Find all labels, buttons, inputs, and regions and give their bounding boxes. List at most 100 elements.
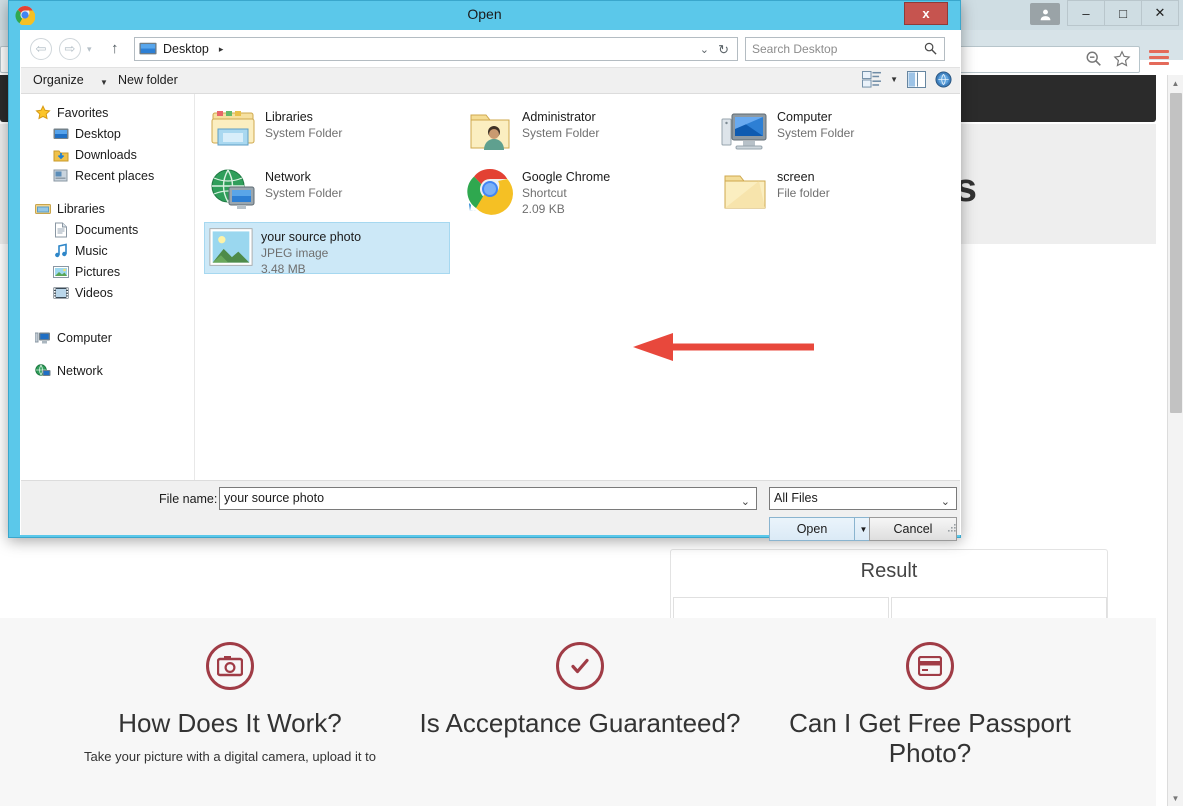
file-type-filter-select[interactable]: All Files ⌄ (769, 487, 957, 510)
file-item-computer[interactable]: Computer System Folder (716, 102, 966, 158)
computer-icon (35, 332, 50, 343)
file-size: 2.09 KB (522, 202, 565, 216)
filename-dropdown-icon[interactable]: ⌄ (741, 492, 750, 513)
computer-icon (721, 113, 767, 150)
maximize-button[interactable]: □ (1104, 0, 1142, 26)
search-input[interactable]: Search Desktop (745, 37, 945, 61)
file-subtitle: System Folder (265, 186, 343, 200)
file-item-administrator[interactable]: Administrator System Folder (461, 102, 711, 158)
star-icon (35, 104, 51, 119)
sidebar-item-label: Network (57, 363, 103, 378)
scroll-up-arrow[interactable]: ▲ (1168, 75, 1183, 91)
chevron-right-icon[interactable]: ▸ (219, 44, 224, 55)
sidebar-item-label: Favorites (57, 105, 109, 120)
network-icon (35, 363, 51, 376)
feature-title: Can I Get Free Passport Photo? (789, 708, 1071, 768)
recent-locations-button[interactable]: ▾ (87, 44, 92, 55)
sidebar-item-videos[interactable]: Videos (21, 282, 194, 303)
new-folder-button[interactable]: New folder (118, 73, 178, 87)
file-item-google-chrome[interactable]: Google Chrome Shortcut 2.09 KB (461, 162, 711, 224)
help-icon[interactable] (935, 71, 952, 88)
page-scrollbar[interactable]: ▲ ▼ (1167, 75, 1183, 806)
dialog-close-button[interactable]: x (904, 2, 948, 25)
address-dropdown-icon[interactable]: ⌄ (700, 43, 709, 56)
open-button[interactable]: Open (769, 517, 855, 541)
address-breadcrumb-bar[interactable]: Desktop ▸ ⌄ ↻ (134, 37, 738, 61)
close-icon: ✕ (1154, 5, 1166, 20)
view-mode-dropdown-icon[interactable]: ▼ (890, 75, 898, 84)
feature-body: Take your picture with a digital camera,… (84, 749, 376, 764)
scrollbar-thumb[interactable] (1170, 93, 1182, 413)
file-name: Computer (777, 110, 832, 124)
file-item-texts: Google Chrome Shortcut 2.09 KB (522, 167, 610, 217)
window-controls: – □ ✕ (1030, 0, 1179, 28)
browser-menu-button[interactable] (1149, 50, 1169, 68)
desktop-icon (139, 42, 157, 55)
refresh-icon[interactable]: ↻ (718, 42, 729, 58)
file-column: Computer System Folder screen File folde… (716, 102, 966, 222)
file-name: your source photo (261, 230, 362, 244)
up-one-level-button[interactable]: ↑ (111, 40, 119, 57)
sidebar-item-label: Documents (75, 222, 139, 237)
file-item-screen[interactable]: screen File folder (716, 162, 966, 218)
sidebar-item-libraries[interactable]: Libraries (21, 198, 194, 219)
view-mode-icon[interactable] (862, 71, 882, 88)
chevron-down-icon[interactable]: ▼ (100, 78, 108, 87)
file-name: screen (777, 170, 815, 184)
close-button[interactable]: ✕ (1141, 0, 1179, 26)
sidebar-item-label: Libraries (57, 201, 105, 216)
resize-grip-icon[interactable] (947, 523, 957, 533)
sidebar-item-recent-places[interactable]: Recent places (21, 165, 194, 186)
file-name: Google Chrome (522, 170, 611, 184)
breadcrumb-desktop[interactable]: Desktop (163, 42, 209, 56)
feature-is-acceptance-guaranteed: Is Acceptance Guaranteed? (415, 642, 745, 748)
filename-input[interactable]: your source photo ⌄ (219, 487, 757, 510)
preview-pane-icon[interactable] (907, 71, 926, 88)
downloads-icon (53, 150, 69, 161)
desktop-icon (53, 128, 69, 139)
sidebar-item-desktop[interactable]: Desktop (21, 123, 194, 144)
hamburger-line (1149, 62, 1169, 65)
id-card-icon (906, 642, 954, 690)
chevron-down-icon[interactable]: ⌄ (941, 492, 950, 513)
file-subtitle: Shortcut (522, 186, 567, 200)
file-type-filter-value: All Files (774, 491, 818, 505)
user-account-button[interactable] (1030, 3, 1060, 25)
star-icon[interactable] (1113, 50, 1131, 68)
feature-title: Is Acceptance Guaranteed? (419, 708, 741, 738)
dialog-body: ⇦ ⇨ ▾ ↑ Desktop ▸ ⌄ ↻ Search Desktop Org… (20, 30, 961, 541)
minimize-button[interactable]: – (1067, 0, 1105, 26)
view-options-group: ▼ (862, 71, 952, 88)
minimize-icon: – (1082, 5, 1090, 21)
network-globe-icon (211, 169, 255, 209)
sidebar-item-pictures[interactable]: Pictures (21, 261, 194, 282)
file-item-your-source-photo[interactable]: your source photo JPEG image 3.48 MB (204, 222, 450, 276)
file-subtitle: System Folder (777, 126, 855, 140)
documents-icon (55, 222, 67, 237)
sidebar-item-network[interactable]: Network (21, 360, 194, 381)
sidebar-item-label: Recent places (75, 168, 155, 183)
dialog-titlebar: Open x (9, 1, 960, 29)
user-icon (1040, 9, 1050, 20)
sidebar-item-label: Desktop (75, 126, 121, 141)
file-name: Network (265, 170, 311, 184)
file-item-network[interactable]: Network System Folder (204, 162, 454, 218)
sidebar-item-label: Videos (75, 285, 113, 300)
back-button[interactable]: ⇦ (30, 38, 52, 60)
zoom-out-icon[interactable] (1085, 50, 1103, 68)
sidebar-item-documents[interactable]: Documents (21, 219, 194, 240)
sidebar-item-computer[interactable]: Computer (21, 327, 194, 348)
forward-button[interactable]: ⇨ (59, 38, 81, 60)
file-subtitle: JPEG image (261, 246, 329, 260)
scroll-down-arrow[interactable]: ▼ (1168, 790, 1183, 806)
sidebar-item-favorites[interactable]: Favorites (21, 102, 194, 123)
file-item-libraries[interactable]: Libraries System Folder (204, 102, 454, 158)
sidebar-item-downloads[interactable]: Downloads (21, 144, 194, 165)
cancel-button[interactable]: Cancel (869, 517, 957, 541)
sidebar-item-music[interactable]: Music (21, 240, 194, 261)
search-icon[interactable] (924, 42, 937, 55)
organize-button[interactable]: Organize (33, 73, 84, 87)
file-name: Administrator (522, 110, 596, 124)
videos-icon (53, 287, 69, 298)
